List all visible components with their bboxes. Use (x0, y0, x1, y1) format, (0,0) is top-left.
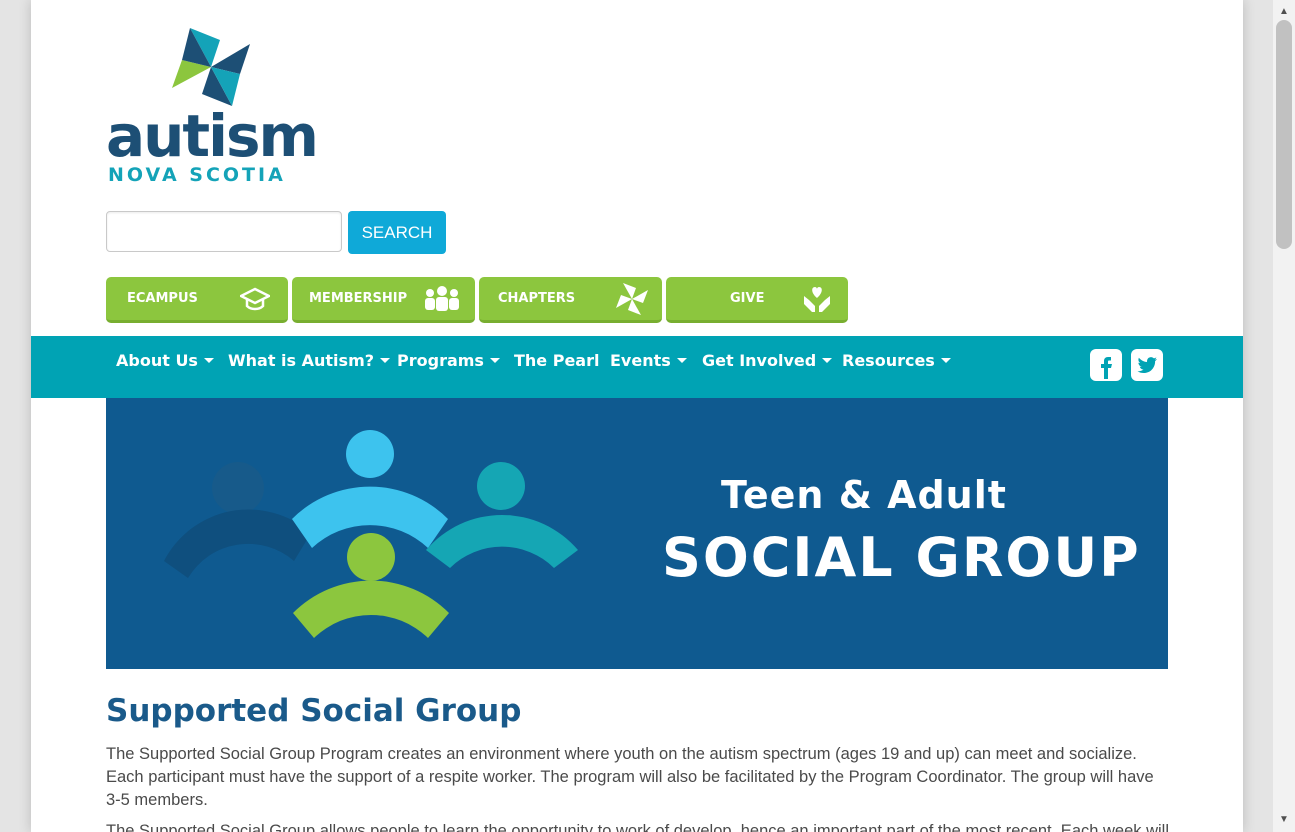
ecampus-label: ECAMPUS (127, 291, 198, 306)
nav-get-involved[interactable]: Get Involved (702, 336, 833, 386)
give-label: GIVE (730, 291, 765, 306)
give-button[interactable]: GIVE (666, 277, 848, 323)
ecampus-button[interactable]: ECAMPUS (106, 277, 288, 323)
nav-events[interactable]: Events (610, 336, 687, 386)
nav-resources-label: Resources (842, 351, 935, 370)
nav-the-pearl[interactable]: The Pearl (514, 336, 599, 386)
nav-what-is-autism-label: What is Autism? (228, 351, 375, 370)
site-logo[interactable]: autism NOVA SCOTIA (106, 26, 319, 188)
nav-programs[interactable]: Programs (397, 336, 500, 386)
facebook-icon (1101, 357, 1112, 379)
membership-button[interactable]: MEMBERSHIP (292, 277, 475, 323)
nav-about-us-label: About Us (116, 351, 198, 370)
caret-down-icon (822, 358, 833, 363)
nav-programs-label: Programs (397, 351, 484, 370)
caret-down-icon (940, 358, 951, 363)
search-input[interactable] (106, 211, 342, 252)
nav-the-pearl-label: The Pearl (514, 351, 600, 370)
twitter-icon (1137, 357, 1157, 373)
graduation-cap-icon (240, 287, 270, 311)
nav-about-us[interactable]: About Us (116, 336, 214, 386)
facebook-link[interactable] (1090, 349, 1122, 381)
hero-banner: Teen & Adult SOCIAL GROUP (106, 398, 1168, 669)
chapters-label: CHAPTERS (498, 291, 576, 306)
intro-paragraph: The Supported Social Group Program creat… (106, 745, 1154, 809)
scrollbar-thumb[interactable] (1276, 20, 1292, 249)
people-icon (425, 286, 459, 311)
scroll-down-arrow-icon[interactable]: ▼ (1273, 811, 1295, 829)
nav-events-label: Events (610, 351, 671, 370)
second-paragraph: The Supported Social Group allows people… (106, 822, 1170, 832)
heart-hands-icon (804, 287, 830, 312)
pinwheel-icon (616, 283, 648, 315)
chapters-button[interactable]: CHAPTERS (479, 277, 662, 323)
scroll-up-arrow-icon[interactable]: ▲ (1273, 3, 1295, 21)
caret-down-icon (380, 358, 391, 363)
logo-wordmark: autism (106, 102, 319, 170)
membership-label: MEMBERSHIP (309, 291, 408, 306)
page-title: Supported Social Group (106, 693, 522, 729)
pinwheel-logo-icon (172, 28, 250, 106)
caret-down-icon (489, 358, 500, 363)
banner-heading-small: Teen & Adult (721, 473, 1007, 517)
twitter-link[interactable] (1131, 349, 1163, 381)
caret-down-icon (203, 358, 214, 363)
logo-subtitle: NOVA SCOTIA (108, 164, 286, 186)
social-group-people-icon (164, 430, 578, 638)
nav-get-involved-label: Get Involved (702, 351, 817, 370)
main-navigation: About Us What is Autism? Programs The Pe… (31, 336, 1243, 398)
nav-resources[interactable]: Resources (842, 336, 951, 386)
vertical-scrollbar[interactable]: ▲ ▼ (1273, 0, 1295, 832)
banner-heading-large: SOCIAL GROUP (662, 526, 1141, 589)
search-button[interactable]: SEARCH (348, 211, 446, 254)
page: autism NOVA SCOTIA SEARCH ECAMPUS MEMBER… (31, 0, 1243, 832)
nav-what-is-autism[interactable]: What is Autism? (228, 336, 391, 386)
caret-down-icon (676, 358, 687, 363)
